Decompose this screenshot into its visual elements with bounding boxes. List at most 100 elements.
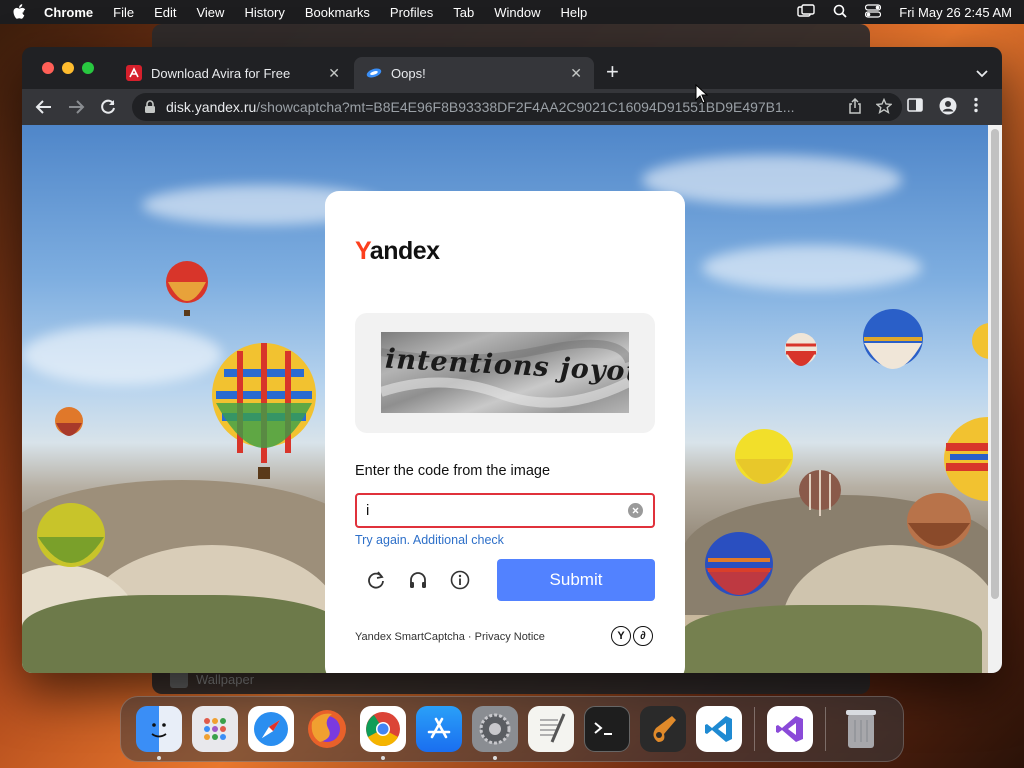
submit-button[interactable]: Submit [497,559,655,601]
hot-air-balloon [972,323,988,359]
new-tab-button[interactable]: + [606,61,619,83]
menu-profiles[interactable]: Profiles [390,5,433,20]
page-content: Yandex intentions joyous Enter the code … [22,125,988,673]
hot-air-balloon [863,309,923,369]
avira-icon [126,65,142,81]
omnibox-actions [848,93,902,121]
tab-close-icon[interactable]: ✕ [570,65,582,82]
window-controls [42,62,94,74]
window-minimize-button[interactable] [62,62,74,74]
captcha-info-icon[interactable] [448,568,472,592]
tab-strip: Download Avira for Free ✕ Oops! ✕ + [22,47,1002,89]
dock-separator [754,707,755,751]
menu-file[interactable]: File [113,5,134,20]
url-path: /showcaptcha?mt=B8E4E96F8B93338DF2F4AA2C… [256,99,795,115]
back-arrow-icon[interactable] [35,98,53,116]
system-preferences-icon[interactable] [472,706,518,760]
forward-arrow-icon[interactable] [67,98,85,116]
yandex-logo: Yandex [355,237,440,266]
captcha-error-message: Try again. Additional check [355,533,504,547]
page-scrollbar[interactable] [988,125,1002,673]
control-center-icon[interactable] [865,3,882,21]
running-indicator [493,756,497,760]
dock [120,696,904,762]
apple-menu-icon[interactable] [12,4,26,20]
menu-tab[interactable]: Tab [453,5,474,20]
firefox-icon[interactable] [304,706,350,752]
more-menu-icon[interactable] [974,97,994,117]
menu-bar: Chrome File Edit View History Bookmarks … [0,0,1024,24]
running-indicator [157,756,161,760]
captcha-prompt: Enter the code from the image [355,463,551,479]
terminal-icon[interactable] [584,706,630,752]
tab-search-chevron-icon[interactable] [976,65,988,78]
background-window-title: Wallpaper [196,671,255,687]
tab-close-icon[interactable]: ✕ [328,65,340,82]
vscode-icon[interactable] [696,706,742,752]
captcha-card: Yandex intentions joyous Enter the code … [325,191,685,673]
menu-help[interactable]: Help [561,5,588,20]
menu-edit[interactable]: Edit [154,5,176,20]
reload-icon[interactable] [99,98,117,116]
garageband-icon[interactable] [640,706,686,752]
menu-history[interactable]: History [244,5,284,20]
captcha-image-container: intentions joyous [355,313,655,433]
tab-title: Download Avira for Free [151,65,291,81]
menu-view[interactable]: View [196,5,224,20]
tab-avira[interactable]: Download Avira for Free ✕ [114,57,352,89]
browser-window: Download Avira for Free ✕ Oops! ✕ + disk… [22,47,1002,673]
finder-icon[interactable] [136,706,182,760]
window-maximize-button[interactable] [82,62,94,74]
yandex-logo-letter: Y [355,237,370,265]
screen-mirroring-icon[interactable] [797,3,815,21]
captcha-image: intentions joyous [381,332,629,413]
hot-air-balloon [212,343,316,479]
cloud [22,325,222,385]
launchpad-icon[interactable] [192,706,238,752]
trash-icon[interactable] [838,706,884,752]
menu-bookmarks[interactable]: Bookmarks [305,5,370,20]
audio-captcha-headphones-icon[interactable] [406,568,430,592]
smartcaptcha-logo: Y ∂ [611,626,653,646]
smartcaptcha-logo-mark: ∂ [633,626,653,646]
spotlight-search-icon[interactable] [833,4,847,21]
hot-air-balloon [785,333,817,366]
hot-air-balloon [907,493,971,549]
browser-toolbar: disk.yandex.ru/showcaptcha?mt=B8E4E96F8B… [22,89,1002,125]
share-icon[interactable] [848,97,862,117]
app-store-icon[interactable] [416,706,462,752]
window-close-button[interactable] [42,62,54,74]
profile-avatar-icon[interactable] [939,97,959,117]
safari-icon[interactable] [248,706,294,752]
trees [22,595,342,673]
hot-air-balloon [37,503,105,567]
bookmark-star-icon[interactable] [875,97,893,117]
cloud [702,245,922,290]
chrome-icon[interactable] [360,706,406,760]
side-panel-icon[interactable] [907,97,927,117]
hot-air-balloon [705,532,773,596]
refresh-captcha-icon[interactable] [364,568,388,592]
menu-app-name[interactable]: Chrome [44,5,93,20]
mouse-cursor-icon [695,84,709,104]
address-bar[interactable]: disk.yandex.ru/showcaptcha?mt=B8E4E96F8B… [132,93,902,121]
scrollbar-thumb[interactable] [991,129,999,599]
textedit-icon[interactable] [528,706,574,752]
url-host: disk.yandex.ru [166,99,257,115]
tab-oops[interactable]: Oops! ✕ [354,57,594,89]
dock-separator [825,707,826,751]
yandex-logo-text: andex [369,237,440,265]
running-indicator [381,756,385,760]
captcha-code-input[interactable] [355,493,655,528]
hot-air-balloon [166,261,208,316]
hot-air-balloon [55,407,83,436]
menu-bar-clock[interactable]: Fri May 26 2:45 AM [899,5,1012,20]
clear-input-icon[interactable] [628,503,643,518]
tab-title: Oops! [391,65,426,81]
hot-air-balloon [735,429,793,484]
lock-icon[interactable] [144,100,158,114]
hot-air-balloon [799,470,841,516]
captcha-footer[interactable]: Yandex SmartCaptcha · Privacy Notice [355,631,545,643]
visual-studio-icon[interactable] [767,706,813,752]
menu-window[interactable]: Window [494,5,540,20]
